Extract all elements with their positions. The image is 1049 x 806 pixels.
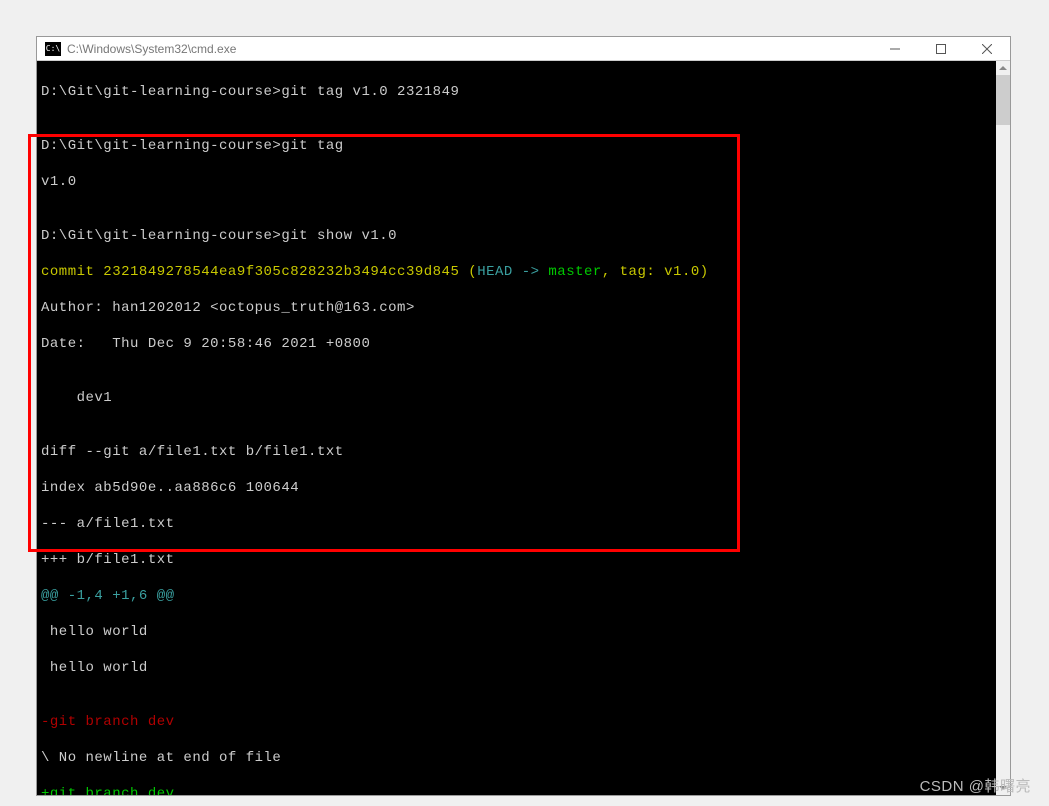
cmd-text: git tag v1.0 2321849 <box>281 84 459 100</box>
prompt: D:\Git\git-learning-course> <box>41 138 281 154</box>
output-line: v1.0 <box>41 173 996 191</box>
prompt: D:\Git\git-learning-course> <box>41 228 281 244</box>
diff-new: +++ b/file1.txt <box>41 551 996 569</box>
head-ref: HEAD -> <box>477 264 548 280</box>
minimize-button[interactable] <box>872 37 918 60</box>
chevron-up-icon <box>999 66 1007 70</box>
window-controls <box>872 37 1010 60</box>
terminal-content[interactable]: D:\Git\git-learning-course>git tag v1.0 … <box>37 61 1010 795</box>
diff-added: +git branch dev <box>41 785 996 795</box>
diff-no-newline: \ No newline at end of file <box>41 749 996 767</box>
diff-hunk: @@ -1,4 +1,6 @@ <box>41 587 996 605</box>
branch-master: master <box>548 264 601 280</box>
diff-index: index ab5d90e..aa886c6 100644 <box>41 479 996 497</box>
tag-ref: tag: v1.0 <box>620 264 700 280</box>
comma: , <box>602 264 620 280</box>
vertical-scrollbar[interactable] <box>996 61 1010 795</box>
titlebar[interactable]: C:\ C:\Windows\System32\cmd.exe <box>37 37 1010 61</box>
diff-header: diff --git a/file1.txt b/file1.txt <box>41 443 996 461</box>
commit-hash: commit 2321849278544ea9f305c828232b3494c… <box>41 264 459 280</box>
commit-msg: dev1 <box>41 389 996 407</box>
cmd-text: git show v1.0 <box>281 228 397 244</box>
date-line: Date: Thu Dec 9 20:58:46 2021 +0800 <box>41 335 996 353</box>
watermark-text: CSDN @韩曙亮 <box>920 775 1031 796</box>
close-button[interactable] <box>964 37 1010 60</box>
maximize-button[interactable] <box>918 37 964 60</box>
scroll-up-button[interactable] <box>996 61 1010 75</box>
cmd-window: C:\ C:\Windows\System32\cmd.exe D:\Git\g… <box>36 36 1011 796</box>
cmd-text: git tag <box>281 138 343 154</box>
prompt: D:\Git\git-learning-course> <box>41 84 281 100</box>
author-line: Author: han1202012 <octopus_truth@163.co… <box>41 299 996 317</box>
diff-context: hello world <box>41 623 996 641</box>
diff-context: hello world <box>41 659 996 677</box>
paren: ( <box>459 264 477 280</box>
diff-removed: -git branch dev <box>41 713 996 731</box>
diff-old: --- a/file1.txt <box>41 515 996 533</box>
terminal-text: D:\Git\git-learning-course>git tag v1.0 … <box>41 65 996 795</box>
app-icon: C:\ <box>45 42 61 56</box>
window-title: C:\Windows\System32\cmd.exe <box>67 42 872 56</box>
paren: ) <box>700 264 709 280</box>
scrollbar-thumb[interactable] <box>996 75 1010 125</box>
